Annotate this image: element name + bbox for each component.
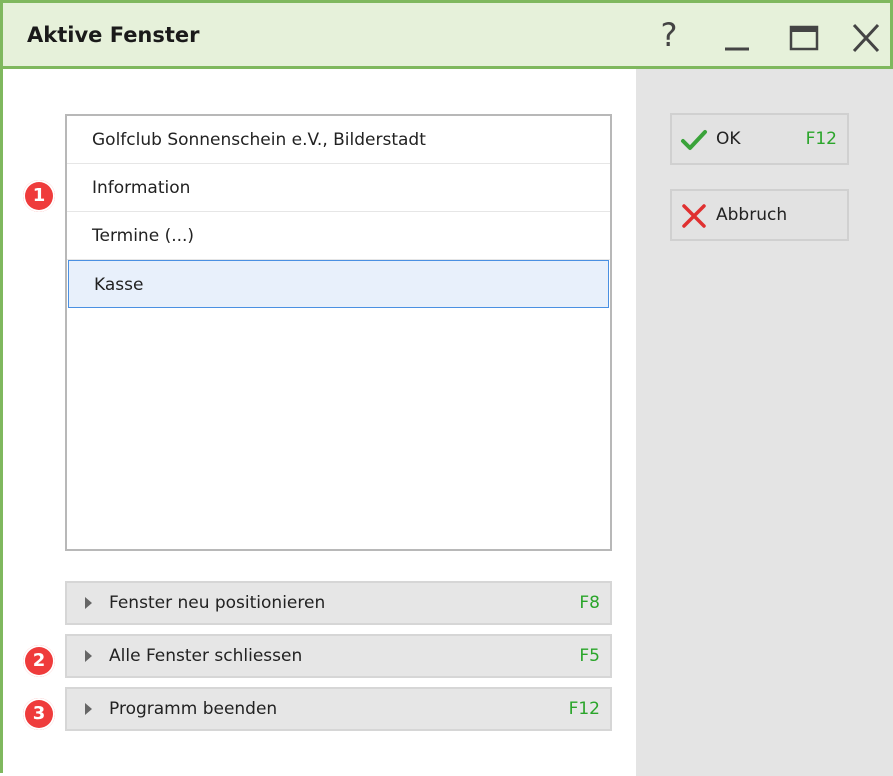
window-list[interactable]: Golfclub Sonnenschein e.V., Bilderstadt … [65,114,612,551]
annotation-badge: 3 [23,698,55,730]
expand-arrow-icon [85,597,92,609]
x-icon [682,204,706,228]
expand-arrow-icon [85,650,92,662]
dialog-window: Aktive Fenster ? Golfclub Sonnenschein e… [0,0,893,776]
reposition-windows-button[interactable]: Fenster neu positionieren F8 [65,581,612,625]
annotation-badge: 2 [23,645,55,677]
ok-button[interactable]: OK F12 [670,113,849,165]
action-label: Programm beenden [109,699,278,719]
close-all-windows-button[interactable]: Alle Fenster schliessen F5 [65,634,612,678]
list-item-selected[interactable]: Kasse [68,260,609,308]
shortcut-key: F12 [805,129,837,149]
title-bar: Aktive Fenster ? [3,3,890,69]
cancel-button[interactable]: Abbruch [670,189,849,241]
content-pane: Golfclub Sonnenschein e.V., Bilderstadt … [6,69,636,776]
list-item[interactable]: Termine (...) [67,212,610,260]
close-icon[interactable] [846,19,886,57]
action-label: Fenster neu positionieren [109,593,326,613]
shortcut-key: F8 [579,593,600,613]
shortcut-key: F5 [579,646,600,666]
button-pane [636,69,893,776]
window-title: Aktive Fenster [27,23,200,47]
minimize-icon[interactable] [717,19,757,57]
help-icon[interactable]: ? [649,17,689,55]
check-icon [681,130,707,150]
shortcut-key: F12 [568,699,600,719]
expand-arrow-icon [85,703,92,715]
ok-label: OK [716,129,741,149]
annotation-badge: 1 [23,180,55,212]
list-item[interactable]: Golfclub Sonnenschein e.V., Bilderstadt [67,116,610,164]
maximize-icon[interactable] [783,19,823,57]
list-item[interactable]: Information [67,164,610,212]
exit-program-button[interactable]: Programm beenden F12 [65,687,612,731]
cancel-label: Abbruch [716,205,788,225]
action-label: Alle Fenster schliessen [109,646,303,666]
